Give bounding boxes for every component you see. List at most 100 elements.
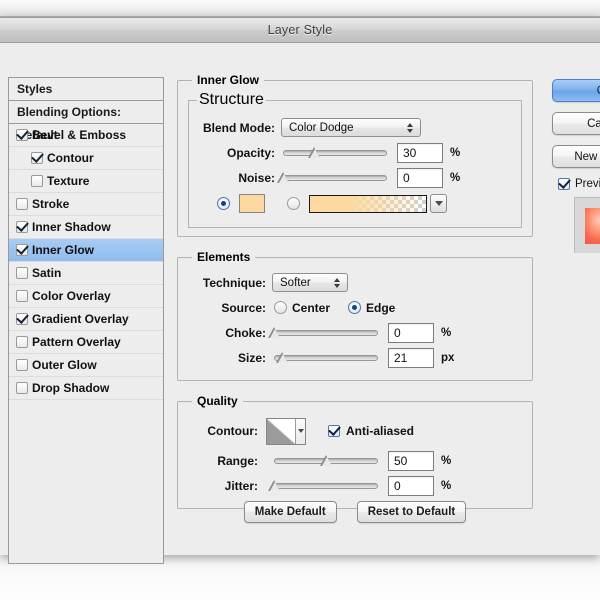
anti-aliased-checkbox[interactable] bbox=[328, 425, 340, 437]
contour-preview[interactable] bbox=[266, 418, 306, 445]
opacity-slider[interactable] bbox=[283, 144, 387, 162]
style-row[interactable]: Contour bbox=[9, 147, 163, 170]
noise-slider[interactable] bbox=[283, 169, 387, 187]
choke-slider[interactable] bbox=[274, 324, 378, 342]
opacity-value: 30 bbox=[403, 146, 416, 160]
style-row[interactable]: Color Overlay bbox=[9, 285, 163, 308]
style-row[interactable]: Inner Shadow bbox=[9, 216, 163, 239]
jitter-input[interactable]: 0 bbox=[388, 476, 434, 496]
slider-thumb[interactable] bbox=[276, 352, 289, 363]
inner-glow-group: Inner Glow Structure Blend Mode: Color D… bbox=[177, 73, 533, 237]
slider-track bbox=[274, 330, 378, 336]
glow-gradient-preview[interactable] bbox=[309, 195, 427, 213]
effect-settings: Inner Glow Structure Blend Mode: Color D… bbox=[177, 73, 533, 568]
style-row[interactable]: Stroke bbox=[9, 193, 163, 216]
fill-gradient-radio[interactable] bbox=[287, 197, 300, 210]
fill-color-radio[interactable] bbox=[217, 197, 230, 210]
style-row[interactable]: Drop Shadow bbox=[9, 377, 163, 400]
contour-row: Contour: Anti-aliased bbox=[188, 414, 522, 448]
reset-to-default-button[interactable]: Reset to Default bbox=[357, 501, 467, 523]
choke-value: 0 bbox=[394, 326, 401, 340]
preview-thumbnail bbox=[574, 197, 600, 253]
style-row[interactable]: Inner Glow bbox=[9, 239, 163, 262]
source-center-radio[interactable] bbox=[274, 301, 287, 314]
size-slider[interactable] bbox=[274, 349, 378, 367]
style-enable-checkbox[interactable] bbox=[31, 152, 43, 164]
new-style-button[interactable]: New Style... bbox=[552, 145, 600, 168]
blending-options-row[interactable]: Blending Options: Default bbox=[9, 101, 163, 124]
slider-thumb[interactable] bbox=[320, 455, 333, 466]
range-slider[interactable] bbox=[274, 452, 378, 470]
jitter-row: Jitter: 0 % bbox=[188, 473, 522, 498]
size-row: Size: 21 px bbox=[188, 345, 522, 370]
layer-style-dialog: Layer Style Styles Blending Options: Def… bbox=[0, 17, 600, 555]
source-center-label: Center bbox=[292, 301, 330, 315]
opacity-input[interactable]: 30 bbox=[397, 143, 443, 163]
choke-label: Choke: bbox=[188, 326, 266, 340]
source-label: Source: bbox=[188, 301, 266, 315]
style-enable-checkbox[interactable] bbox=[16, 244, 28, 256]
choke-unit: % bbox=[441, 327, 451, 339]
size-value: 21 bbox=[394, 351, 407, 365]
source-edge-radio[interactable] bbox=[348, 301, 361, 314]
gradient-picker-button[interactable] bbox=[430, 194, 447, 213]
style-enable-checkbox[interactable] bbox=[16, 290, 28, 302]
slider-track bbox=[283, 175, 387, 181]
preview-swatch-image bbox=[585, 208, 600, 244]
preview-checkbox[interactable] bbox=[558, 178, 570, 190]
noise-input[interactable]: 0 bbox=[397, 168, 443, 188]
size-input[interactable]: 21 bbox=[388, 348, 434, 368]
source-row: Source: Center Edge bbox=[188, 295, 522, 320]
glow-color-swatch[interactable] bbox=[239, 194, 265, 213]
style-row-label: Inner Glow bbox=[32, 243, 94, 257]
style-enable-checkbox[interactable] bbox=[16, 336, 28, 348]
style-row[interactable]: Satin bbox=[9, 262, 163, 285]
style-row-label: Satin bbox=[32, 266, 61, 280]
contour-label: Contour: bbox=[188, 424, 258, 438]
style-enable-checkbox[interactable] bbox=[31, 175, 43, 187]
range-input[interactable]: 50 bbox=[388, 451, 434, 471]
anti-aliased-label: Anti-aliased bbox=[346, 424, 414, 438]
make-default-button[interactable]: Make Default bbox=[244, 501, 337, 523]
style-row[interactable]: Outer Glow bbox=[9, 354, 163, 377]
style-row-label: Stroke bbox=[32, 197, 69, 211]
noise-unit: % bbox=[450, 172, 460, 184]
noise-row: Noise: 0 % bbox=[197, 165, 513, 190]
contour-dropdown-button[interactable] bbox=[295, 419, 305, 444]
effect-title: Inner Glow bbox=[192, 73, 264, 87]
structure-legend: Structure bbox=[197, 91, 266, 109]
style-enable-checkbox[interactable] bbox=[16, 198, 28, 210]
quality-legend: Quality bbox=[192, 394, 243, 408]
style-row[interactable]: Pattern Overlay bbox=[9, 331, 163, 354]
slider-thumb[interactable] bbox=[268, 480, 281, 491]
style-enable-checkbox[interactable] bbox=[16, 129, 28, 141]
default-buttons-row: Make Default Reset to Default bbox=[177, 501, 533, 523]
slider-thumb[interactable] bbox=[277, 172, 290, 183]
style-row[interactable]: Texture bbox=[9, 170, 163, 193]
style-enable-checkbox[interactable] bbox=[16, 313, 28, 325]
jitter-slider[interactable] bbox=[274, 477, 378, 495]
range-label: Range: bbox=[188, 454, 258, 468]
ok-button[interactable]: OK bbox=[552, 79, 600, 102]
style-row-label: Inner Shadow bbox=[32, 220, 111, 234]
style-row-label: Contour bbox=[47, 151, 94, 165]
slider-thumb[interactable] bbox=[268, 327, 281, 338]
style-enable-checkbox[interactable] bbox=[16, 221, 28, 233]
style-row[interactable]: Gradient Overlay bbox=[9, 308, 163, 331]
style-enable-checkbox[interactable] bbox=[16, 267, 28, 279]
cancel-button[interactable]: Cancel bbox=[552, 112, 600, 135]
style-enable-checkbox[interactable] bbox=[16, 359, 28, 371]
quality-group: Quality Contour: Anti-aliased Range: bbox=[177, 394, 533, 509]
styles-list-panel: Styles Blending Options: Default Bevel &… bbox=[8, 77, 164, 564]
styles-panel-header: Styles bbox=[9, 78, 163, 101]
dialog-titlebar[interactable]: Layer Style bbox=[0, 18, 600, 43]
slider-track bbox=[274, 355, 378, 361]
range-unit: % bbox=[441, 455, 451, 467]
choke-input[interactable]: 0 bbox=[388, 323, 434, 343]
choke-row: Choke: 0 % bbox=[188, 320, 522, 345]
style-enable-checkbox[interactable] bbox=[16, 382, 28, 394]
slider-thumb[interactable] bbox=[308, 147, 321, 158]
blend-mode-select[interactable]: Color Dodge bbox=[281, 118, 421, 137]
technique-select[interactable]: Softer bbox=[272, 273, 348, 292]
desktop-background-top bbox=[0, 0, 600, 17]
